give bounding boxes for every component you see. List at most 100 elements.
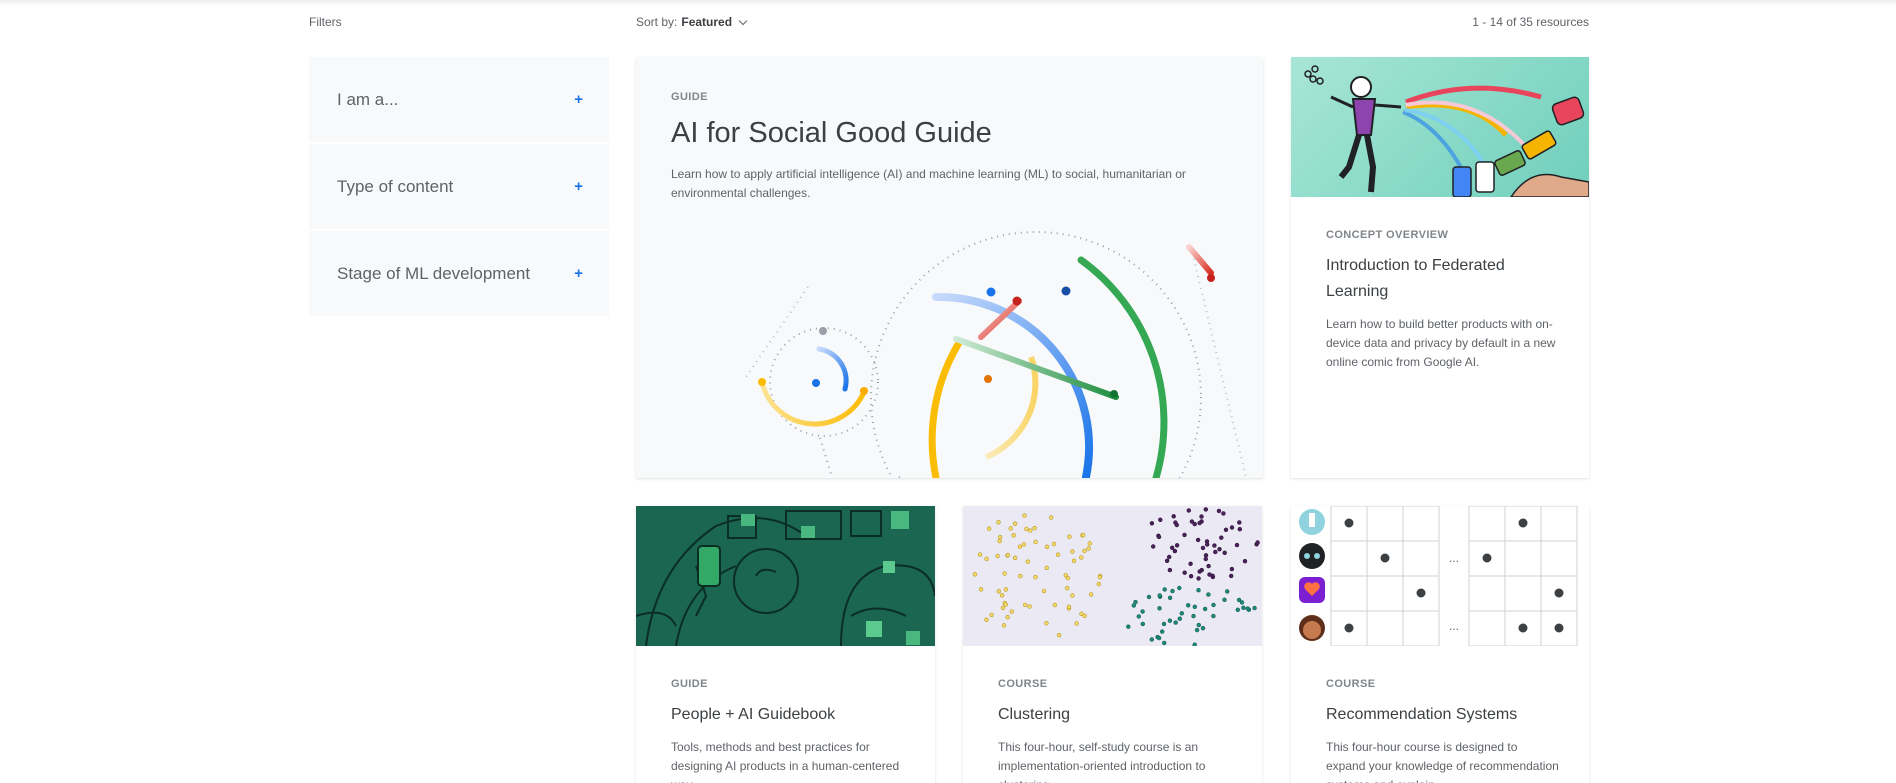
scatter-dot	[1167, 554, 1172, 560]
filter-i-am-a[interactable]: I am a... +	[309, 57, 609, 144]
filter-stage-of-ml[interactable]: Stage of ML development +	[309, 231, 609, 318]
scatter-dot	[1041, 588, 1047, 594]
scatter-dot	[1212, 543, 1217, 548]
scatter-dot	[1241, 605, 1246, 611]
scatter-dot	[997, 535, 1003, 540]
scatter-dot	[1161, 621, 1167, 627]
federated-learning-comic-image	[1291, 57, 1589, 197]
scatter-dot	[1008, 526, 1013, 531]
featured-card-ai-social-good[interactable]: GUIDE AI for Social Good Guide Learn how…	[636, 57, 1263, 478]
card-people-ai-guidebook[interactable]: GUIDE People + AI Guidebook Tools, metho…	[636, 506, 935, 783]
card-recommendation-systems[interactable]: ... ... COURSE Recommendation Systems Th…	[1291, 506, 1589, 783]
scatter-dot	[1192, 604, 1198, 610]
scatter-dot	[1044, 544, 1050, 549]
scatter-dot	[1003, 602, 1008, 607]
scatter-dot	[1188, 561, 1193, 566]
sort-dropdown[interactable]: Sort by: Featured	[636, 15, 748, 29]
scatter-dot	[1252, 605, 1257, 611]
scatter-dot	[1002, 571, 1007, 576]
scatter-dot	[1064, 585, 1070, 591]
scatter-dot	[1140, 621, 1146, 627]
scatter-dot	[1199, 514, 1204, 519]
scatter-dot	[1066, 604, 1072, 610]
scatter-dot	[978, 587, 984, 592]
plus-icon[interactable]: +	[574, 91, 583, 108]
scatter-dot	[1235, 607, 1240, 613]
scatter-dot	[1234, 542, 1240, 548]
scatter-dot	[1082, 548, 1087, 554]
scatter-dot	[1044, 565, 1050, 570]
scatter-dot	[1170, 545, 1175, 550]
scatter-dot	[1200, 625, 1206, 631]
scatter-dot	[1213, 549, 1218, 555]
scatter-dot	[972, 572, 978, 577]
scatter-dot	[1221, 511, 1226, 516]
scatter-dot	[1033, 574, 1038, 580]
scatter-dot	[1001, 623, 1007, 628]
scatter-dot	[1203, 507, 1209, 512]
scatter-dot	[1191, 613, 1196, 619]
scatter-dot	[1156, 534, 1162, 540]
scatter-dot	[1229, 566, 1235, 572]
filters-heading: Filters	[309, 15, 342, 29]
ellipsis-label: ...	[1449, 551, 1459, 565]
scatter-dot	[1048, 515, 1054, 520]
scatter-dot	[1018, 573, 1023, 579]
scatter-dot	[1025, 559, 1031, 564]
content-type-label: GUIDE	[671, 678, 708, 690]
scatter-dot	[1196, 576, 1201, 581]
scatter-dot	[1024, 526, 1029, 532]
scatter-dot	[1082, 613, 1087, 619]
scatter-dot	[1192, 642, 1197, 646]
scatter-dot	[1051, 541, 1057, 547]
content-type-label: CONCEPT OVERVIEW	[1326, 229, 1449, 241]
card-description: Learn how to build better products with …	[1326, 317, 1556, 369]
scatter-dot	[1173, 620, 1178, 625]
scatter-dot	[1003, 587, 1009, 592]
filter-type-of-content[interactable]: Type of content +	[309, 144, 609, 231]
scatter-dot	[1052, 602, 1058, 608]
scatter-dot	[1207, 572, 1212, 577]
scatter-dot	[1171, 514, 1176, 519]
clustering-scatter-image	[963, 506, 1262, 646]
card-description: This four-hour course is designed to exp…	[1326, 740, 1559, 783]
plus-icon[interactable]: +	[574, 178, 583, 195]
ellipsis-label: ...	[1449, 619, 1459, 633]
scatter-dot	[1070, 549, 1075, 554]
filter-label: Type of content	[337, 176, 454, 196]
scatter-dot	[1196, 587, 1201, 593]
scatter-dot	[999, 593, 1005, 598]
card-federated-learning[interactable]: CONCEPT OVERVIEW Introduction to Federat…	[1291, 57, 1589, 478]
scatter-dot	[1028, 528, 1033, 533]
card-title[interactable]: People + AI Guidebook	[671, 702, 905, 728]
scatter-dot	[1255, 540, 1260, 545]
scatter-dot	[1126, 624, 1131, 629]
scatter-dot	[1202, 606, 1208, 612]
scatter-dot	[1162, 640, 1167, 646]
content-type-label: GUIDE	[671, 91, 708, 103]
scatter-dot	[1167, 595, 1173, 601]
scatter-dot	[1133, 599, 1138, 605]
scatter-dot	[1174, 543, 1180, 548]
scatter-dot	[1140, 609, 1145, 614]
results-count: 1 - 14 of 35 resources	[1472, 15, 1589, 29]
card-title[interactable]: Clustering	[998, 702, 1232, 728]
scatter-dot	[1071, 558, 1077, 563]
scatter-dot	[1017, 544, 1023, 549]
scatter-dot	[1070, 593, 1075, 598]
scatter-dot	[996, 589, 1001, 594]
card-description: Tools, methods and best practices for de…	[671, 740, 900, 783]
card-clustering[interactable]: COURSE Clustering This four-hour, self-s…	[963, 506, 1262, 783]
scatter-dot	[1206, 592, 1211, 597]
card-title[interactable]: Introduction to Federated Learning	[1326, 253, 1559, 305]
plus-icon[interactable]: +	[574, 265, 583, 282]
scatter-dot	[1011, 533, 1016, 538]
scatter-dot	[1022, 602, 1028, 608]
scatter-dot	[1186, 603, 1191, 608]
card-title[interactable]: Recommendation Systems	[1326, 702, 1559, 728]
sort-prefix: Sort by:	[636, 15, 678, 29]
filter-panel: I am a... + Type of content + Stage of M…	[309, 57, 609, 318]
card-title[interactable]: AI for Social Good Guide	[671, 117, 992, 150]
content-type-label: COURSE	[1326, 678, 1376, 690]
scatter-dot	[1160, 629, 1165, 634]
